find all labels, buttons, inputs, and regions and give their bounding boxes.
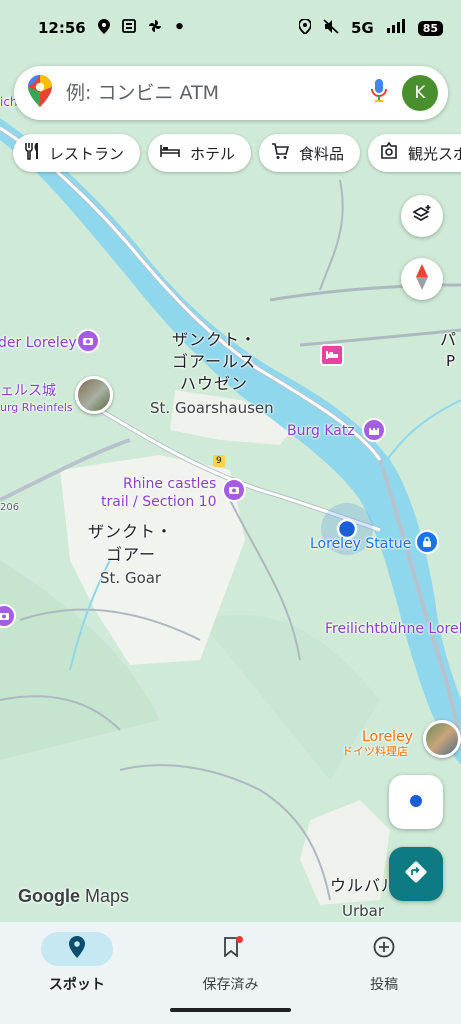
chip-attractions[interactable]: 観光スポ [368, 134, 461, 172]
category-chips: レストラン ホテル 食料品 観光スポ [13, 134, 461, 172]
chip-label: 食料品 [299, 144, 345, 163]
chip-label: レストラン [49, 144, 125, 163]
status-time: 12:56 [38, 19, 86, 37]
castle-icon[interactable] [362, 418, 386, 442]
nav-contribute[interactable]: 投稿 [307, 922, 461, 1024]
hotel-icon[interactable] [320, 344, 344, 366]
nav-label: 保存済み [202, 977, 259, 993]
nav-label: 投稿 [370, 977, 399, 993]
chip-label: ホテル [190, 144, 236, 163]
layers-button[interactable] [401, 195, 443, 237]
notification-dot-icon: • [173, 17, 186, 38]
loreley-statue-pin-icon[interactable] [415, 530, 439, 554]
rhine-castles-label-1[interactable]: Rhine castles [123, 476, 216, 492]
battery-level: 85 [417, 20, 443, 36]
der-loreley-label[interactable]: der Loreley [0, 335, 77, 351]
chip-hotels[interactable]: ホテル [148, 134, 252, 172]
st-goar-label[interactable]: St. Goar [100, 569, 161, 587]
road-9-shield: 9 [213, 455, 225, 468]
mute-icon [323, 18, 339, 38]
my-location-button[interactable] [389, 775, 443, 829]
camera-icon [380, 141, 398, 164]
castle-photo-icon[interactable] [75, 376, 113, 414]
signal-icon [386, 19, 406, 37]
nav-icon-container [40, 932, 113, 966]
edge-label-pa: パ [440, 330, 457, 349]
location-pin-icon [298, 17, 312, 38]
edge-label-p: P [446, 352, 456, 370]
compass-icon [415, 264, 429, 294]
chip-groceries[interactable]: 食料品 [259, 134, 361, 172]
rheinfels-label[interactable]: urg Rheinfels [0, 401, 73, 415]
restaurant-photo-icon[interactable] [423, 720, 461, 758]
urbar-ja-label: ウルバル [330, 876, 399, 895]
road-206-label: 206 [0, 502, 20, 513]
compass-button[interactable] [401, 258, 443, 300]
microphone-icon[interactable] [370, 78, 388, 108]
nav-icon-container [195, 932, 267, 966]
st-goarshausen-ja-label-1: ザンクト・ [172, 330, 258, 349]
st-goarshausen-ja-label-2: ゴアールス [172, 352, 257, 371]
fork-knife-icon [25, 142, 39, 164]
rheinfels-ja-label[interactable]: ェルス城 [0, 383, 56, 399]
nav-explore[interactable]: スポット [0, 922, 154, 1024]
maps-wordmark: Maps [85, 886, 130, 906]
st-goar-ja-label-2: ゴアー [106, 545, 157, 564]
fan-icon [148, 19, 162, 37]
directions-icon [403, 859, 429, 889]
st-goarshausen-label[interactable]: St. Goarshausen [150, 399, 274, 417]
my-location-icon [409, 793, 423, 812]
bed-icon [160, 144, 180, 162]
rhine-castles-label-2[interactable]: trail / Section 10 [101, 494, 217, 510]
add-circle-icon [373, 936, 395, 962]
home-indicator[interactable] [170, 1008, 291, 1012]
loreley-statue-label[interactable]: Loreley Statue [310, 536, 411, 552]
st-goarshausen-ja-label-3: ハウゼン [180, 374, 249, 393]
location-pin-icon [68, 936, 85, 962]
st-goar-ja-label-1: ザンクト・ [88, 522, 174, 541]
freilichtbuhne-label[interactable]: Freilichtbühne Lorel [325, 621, 461, 637]
cart-icon [271, 142, 290, 164]
loreley-restaurant-label[interactable]: Loreley [362, 729, 413, 745]
google-wordmark: Google [18, 886, 80, 906]
google-maps-logo: Google Maps [18, 886, 129, 907]
google-maps-pin-icon [28, 75, 52, 111]
search-bar[interactable]: K [14, 66, 448, 120]
nav-icon-container [348, 932, 420, 966]
status-bar: 12:56 • 5G 85 [0, 0, 461, 56]
loreley-restaurant-sub-label: ドイツ料理店 [342, 745, 408, 758]
layers-icon [412, 204, 432, 228]
avatar[interactable]: K [402, 75, 438, 111]
news-icon [121, 19, 136, 37]
nav-label: スポット [48, 977, 105, 993]
directions-button[interactable] [389, 847, 443, 901]
search-input[interactable] [66, 82, 370, 104]
burg-katz-label[interactable]: Burg Katz [287, 423, 355, 439]
urbar-label[interactable]: Urbar [342, 902, 384, 920]
camera-icon[interactable] [76, 329, 100, 353]
notification-badge [235, 936, 243, 943]
chip-restaurants[interactable]: レストラン [13, 134, 141, 172]
network-type: 5G [350, 19, 374, 37]
location-pin-icon [97, 18, 110, 38]
chip-label: 観光スポ [408, 144, 461, 163]
camera-icon[interactable] [222, 478, 246, 502]
